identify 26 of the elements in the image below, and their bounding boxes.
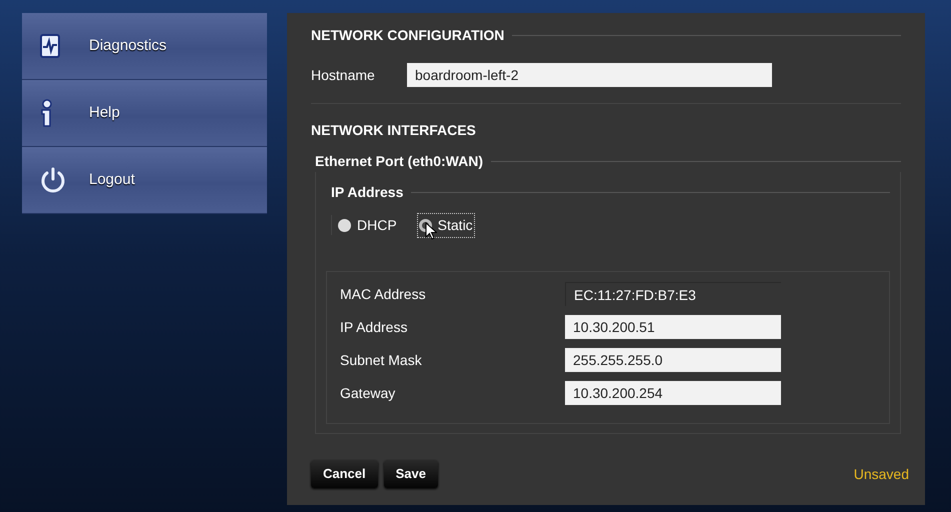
hostname-field[interactable]: boardroom-left-2: [407, 63, 772, 87]
field-label: Gateway: [340, 384, 396, 403]
radio-option[interactable]: Static: [418, 214, 473, 236]
field-label: Subnet Mask: [340, 350, 423, 370]
power-icon: [39, 166, 67, 194]
mouse-cursor-icon: [424, 222, 437, 240]
sidebar-item[interactable]: Help: [22, 80, 267, 147]
field-label: IP Address: [340, 318, 408, 336]
pulse-chart-icon: [39, 34, 61, 58]
radio-option[interactable]: DHCP: [338, 214, 397, 236]
field-label: MAC Address: [340, 284, 427, 304]
status-text: Unsaved: [854, 464, 909, 484]
input-field[interactable]: 255.255.255.0: [565, 348, 781, 372]
group-title: IP Address: [331, 183, 404, 202]
subsection-title: Ethernet Port (eth0:WAN): [315, 152, 483, 171]
sidebar-item[interactable]: Diagnostics: [22, 13, 267, 80]
action-button[interactable]: Save: [384, 460, 438, 488]
section-title: NETWORK INTERFACES: [311, 121, 476, 140]
input-field[interactable]: 10.30.200.254: [565, 381, 781, 405]
field-label: Hostname: [311, 66, 376, 84]
mac-address-value: EC:11:27:FD:B7:E3: [565, 282, 781, 306]
sidebar-item[interactable]: Logout: [22, 147, 267, 214]
section-title: NETWORK CONFIGURATION: [311, 26, 504, 45]
action-button[interactable]: Cancel: [311, 460, 378, 488]
info-icon: [39, 99, 53, 127]
input-field[interactable]: 10.30.200.51: [565, 315, 781, 339]
